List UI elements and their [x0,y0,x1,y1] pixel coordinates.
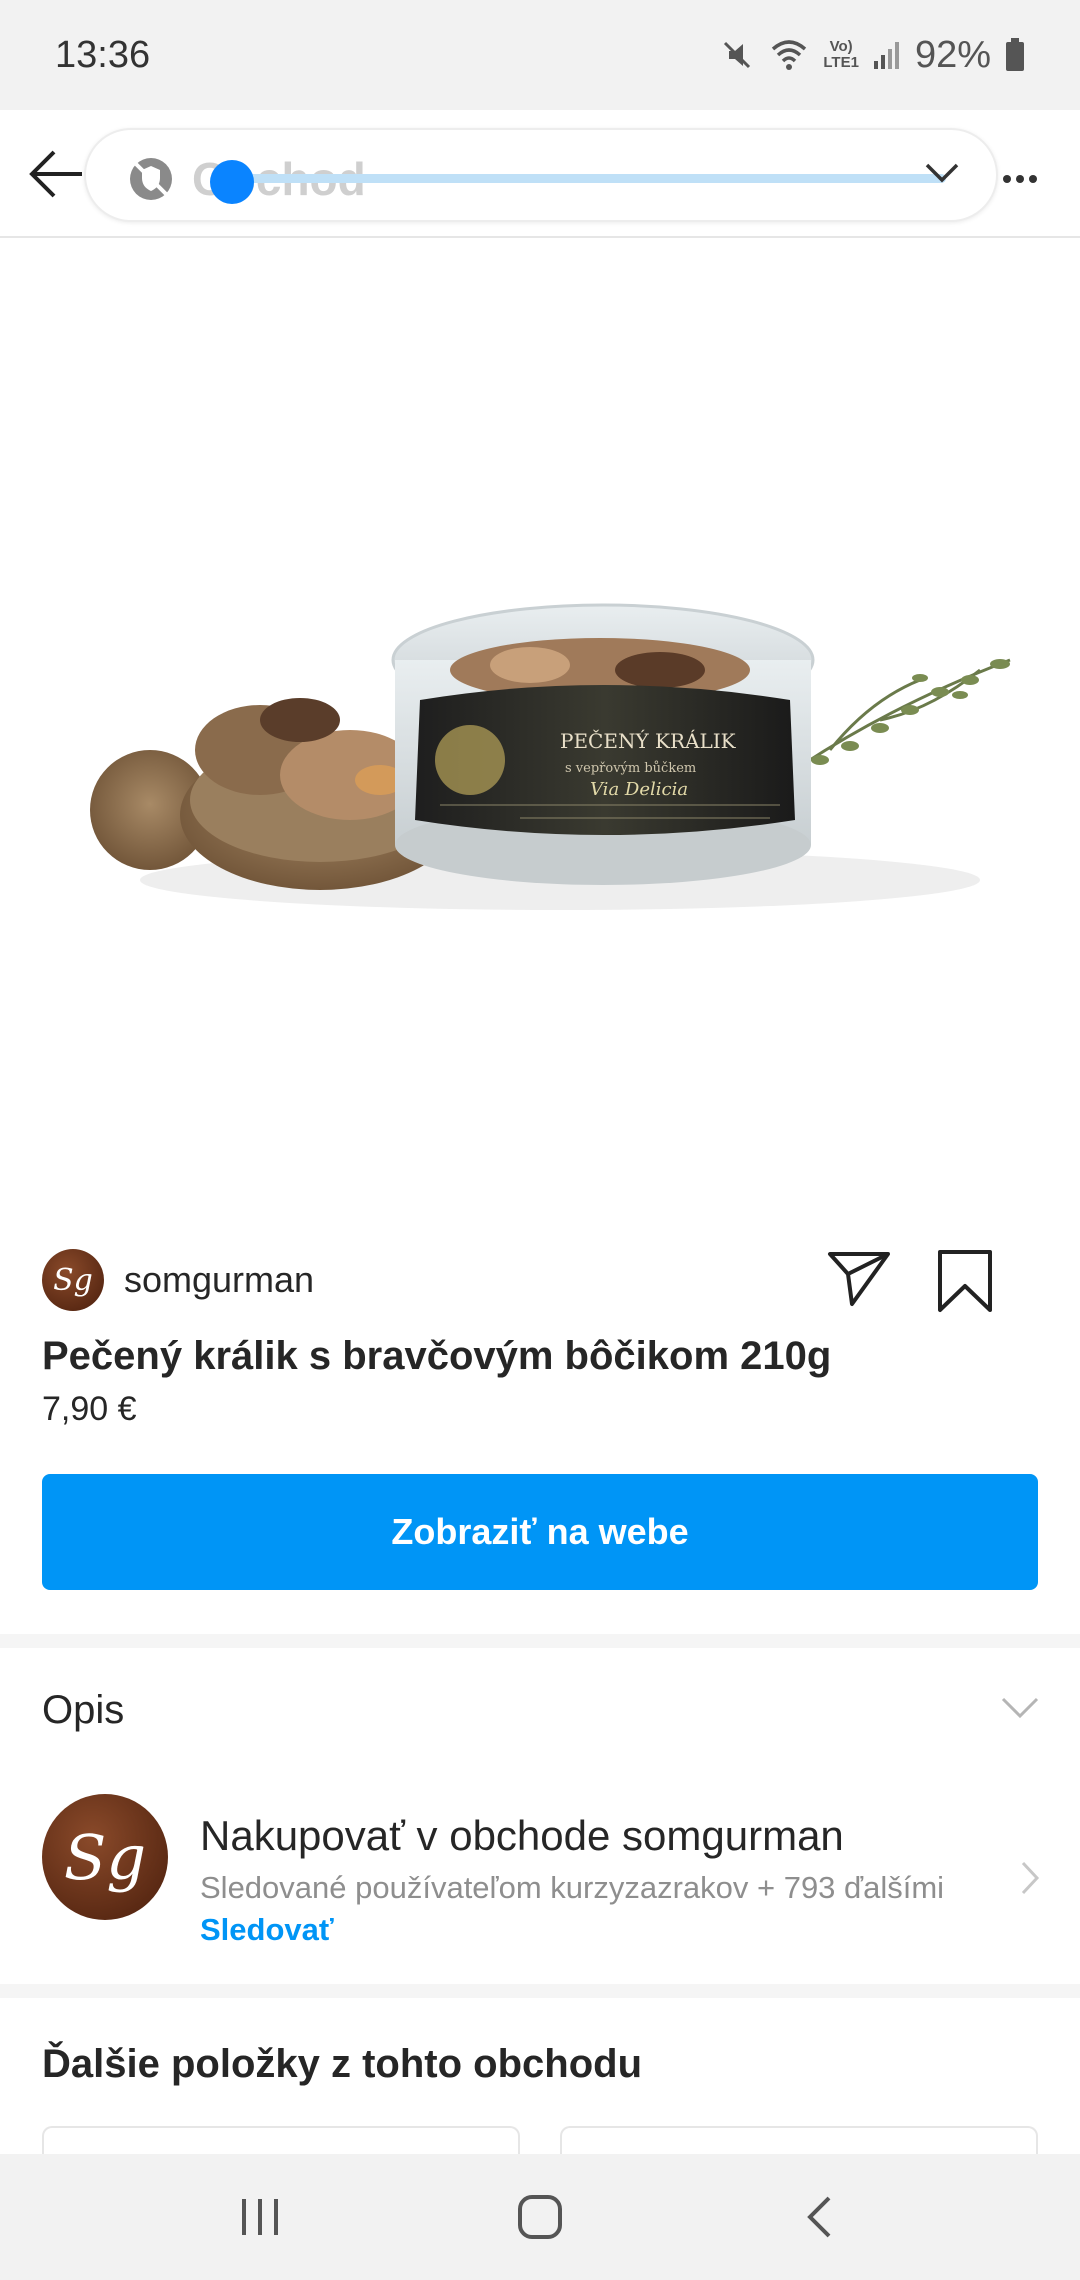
home-icon [518,2195,562,2239]
battery-level: 92% [914,33,991,76]
signal-icon [873,39,901,71]
product-title: Pečený králik s bravčovým bôčikom 210g [42,1334,832,1378]
product-image[interactable]: PEČENÝ KRÁLIK s vepřovým bůčkem Via Deli… [0,240,1080,1212]
network-type: Vo) LTE1 [823,39,859,71]
more-dots-icon [1003,175,1037,183]
loading-progress-indicator [210,160,254,204]
jar-label-top: PEČENÝ KRÁLIK [560,728,737,753]
shop-title: Nakupovať v obchode somgurman [200,1812,844,1859]
chevron-down-icon[interactable] [924,162,960,189]
chevron-down-icon [1000,1696,1040,1725]
wifi-icon [769,37,809,73]
shop-avatar[interactable]: Sg [42,1794,168,1920]
battery-icon [1005,38,1025,72]
seller-row[interactable]: Sg somgurman [42,1248,314,1312]
more-options-button[interactable] [1002,160,1038,184]
recent-apps-icon [242,2199,278,2235]
network-label-top: Vo) [829,38,853,55]
home-button[interactable] [480,2177,600,2257]
section-divider [0,1984,1080,1998]
loading-progress-track [230,174,946,183]
jar-brand: Via Delicia [590,779,688,800]
share-button[interactable] [826,1248,892,1310]
back-button[interactable] [26,144,88,204]
network-label-bottom: LTE1 [823,54,859,71]
jar-label-sub: s vepřovým bůčkem [565,760,696,776]
status-time: 13:36 [55,33,151,76]
send-icon [828,1252,890,1306]
save-button[interactable] [936,1248,994,1314]
header: Obchod [0,110,1080,238]
seller-name[interactable]: somgurman [124,1259,314,1301]
follow-button[interactable]: Sledovať [200,1912,334,1948]
section-divider [0,1634,1080,1648]
seller-avatar[interactable]: Sg [42,1249,104,1311]
product-price: 7,90 € [42,1390,137,1428]
url-bar[interactable]: Obchod [84,128,998,222]
view-on-web-button[interactable]: Zobraziť na webe [42,1474,1038,1590]
status-icons: Vo) LTE1 92% [719,34,1025,77]
bookmark-icon [938,1250,992,1312]
back-arrow-icon [29,150,82,198]
tracking-blocked-icon [128,156,174,207]
more-items-title: Ďalšie položky z tohto obchodu [42,2042,642,2086]
navigation-bar [0,2154,1080,2280]
mute-icon [719,37,755,73]
back-chevron-icon [807,2196,831,2238]
system-back-button[interactable] [760,2177,880,2257]
chevron-right-icon [1020,1860,1040,1901]
description-row[interactable]: Opis [0,1660,1080,1756]
shop-followers: Sledované používateľom kurzyzazrakov + 7… [200,1870,945,1905]
recent-apps-button[interactable] [200,2177,320,2257]
shop-row[interactable]: Sg Nakupovať v obchode somgurman Sledova… [0,1790,1080,1980]
description-label: Opis [42,1688,125,1732]
status-bar: 13:36 Vo) LTE1 92% [0,0,1080,110]
